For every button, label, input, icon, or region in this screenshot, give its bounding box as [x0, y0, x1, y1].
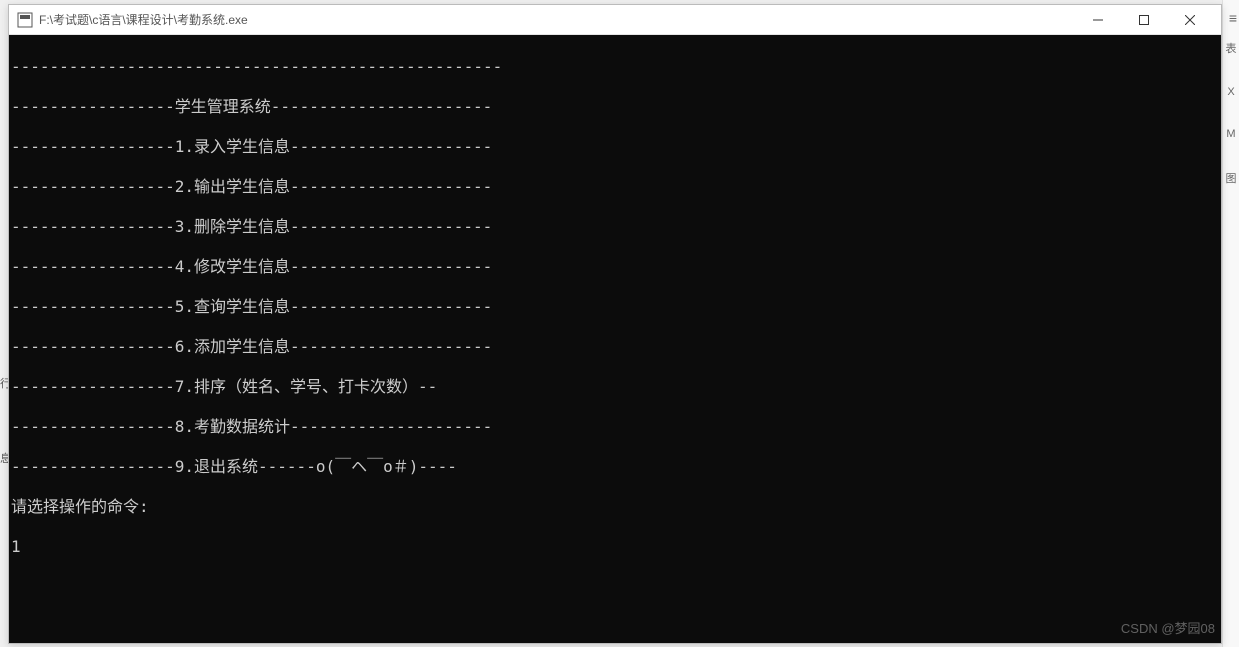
menu-line: -----------------3.删除学生信息---------------… — [11, 217, 1219, 237]
editor-right-sidebar: 表 X M 图 — [1222, 0, 1239, 647]
input-line: 1 — [11, 537, 1219, 557]
sidebar-mark: M — [1226, 128, 1235, 140]
menu-line: -----------------6.添加学生信息---------------… — [11, 337, 1219, 357]
editor-left-marks: 行 息 — [0, 0, 8, 647]
console-window: F:\考试题\c语言\课程设计\考勤系统.exe ---------------… — [8, 4, 1222, 644]
window-titlebar[interactable]: F:\考试题\c语言\课程设计\考勤系统.exe — [9, 5, 1221, 35]
menu-line: -----------------1.录入学生信息---------------… — [11, 137, 1219, 157]
menu-line: -----------------4.修改学生信息---------------… — [11, 257, 1219, 277]
sidebar-mark: X — [1227, 86, 1234, 98]
maximize-button[interactable] — [1121, 5, 1167, 35]
menu-line: ----------------------------------------… — [11, 57, 1219, 77]
menu-line: -----------------2.输出学生信息---------------… — [11, 177, 1219, 197]
sidebar-mark: 图 — [1226, 170, 1237, 186]
watermark: CSDN @梦园08 — [1121, 619, 1215, 639]
console-output[interactable]: ----------------------------------------… — [9, 35, 1221, 643]
prompt-line: 请选择操作的命令: — [11, 497, 1219, 517]
menu-line: -----------------5.查询学生信息---------------… — [11, 297, 1219, 317]
menu-line: -----------------8.考勤数据统计---------------… — [11, 417, 1219, 437]
hamburger-icon[interactable]: ≡ — [1229, 10, 1237, 26]
close-button[interactable] — [1167, 5, 1213, 35]
window-buttons — [1075, 5, 1213, 35]
sidebar-mark: 表 — [1226, 40, 1237, 56]
app-icon — [17, 12, 33, 28]
menu-line: -----------------7.排序（姓名、学号、打卡次数）-- — [11, 377, 1219, 397]
menu-line: -----------------9.退出系统------o(￣ヘ￣o＃)---… — [11, 457, 1219, 477]
window-title: F:\考试题\c语言\课程设计\考勤系统.exe — [39, 11, 1075, 28]
minimize-button[interactable] — [1075, 5, 1121, 35]
menu-line: -----------------学生管理系统-----------------… — [11, 97, 1219, 117]
